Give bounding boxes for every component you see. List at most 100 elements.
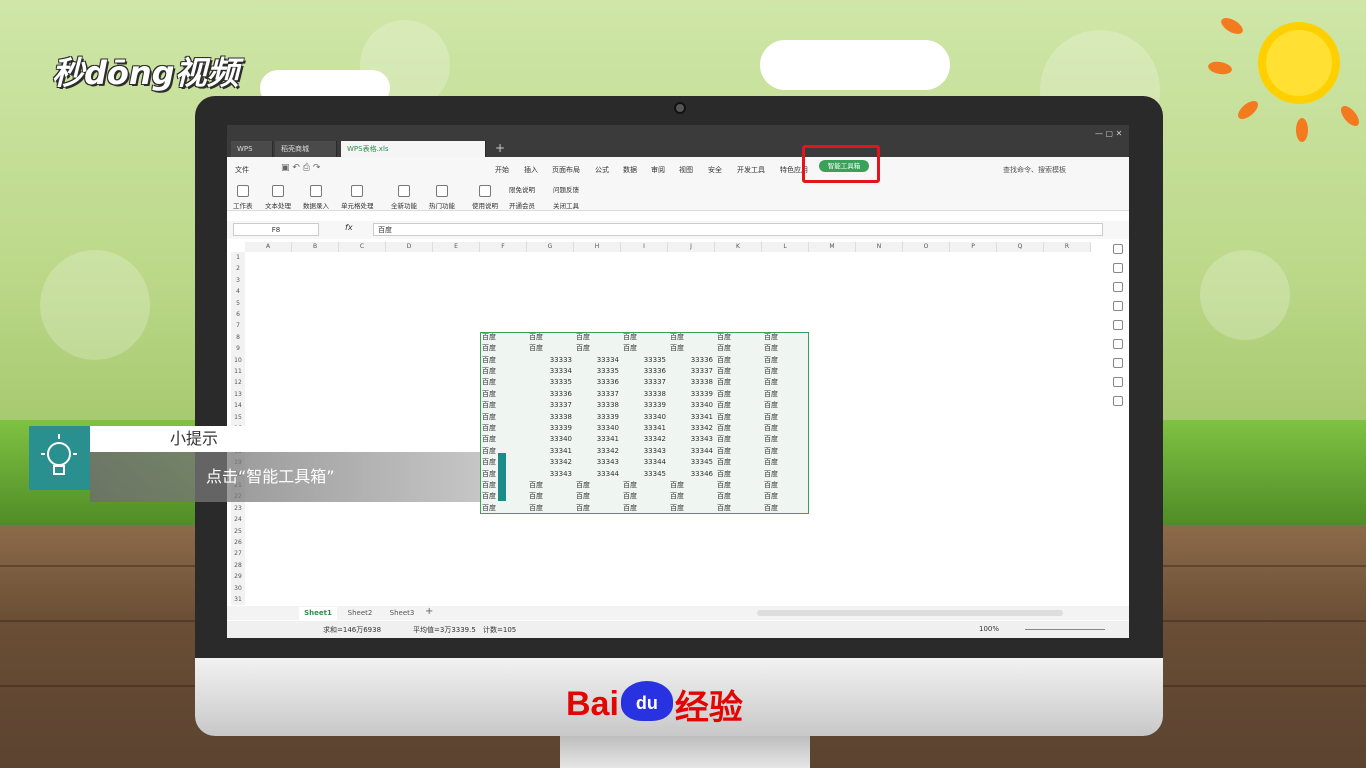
name-box[interactable]: F8 (233, 223, 319, 236)
table-cell[interactable]: 百度 (764, 446, 807, 457)
table-cell[interactable]: 百度 (717, 355, 760, 366)
table-cell[interactable]: 百度 (670, 503, 713, 514)
column-header[interactable]: D (386, 242, 433, 252)
table-cell[interactable]: 百度 (576, 491, 619, 502)
table-cell[interactable]: 百度 (764, 423, 807, 434)
tool-data-entry[interactable]: 数据录入 (303, 185, 329, 210)
table-cell[interactable]: 33334 (576, 355, 619, 366)
new-tab-icon[interactable]: + (495, 141, 505, 155)
row-header[interactable]: 3 (231, 274, 245, 287)
column-header[interactable]: F (480, 242, 527, 252)
row-header[interactable]: 26 (231, 537, 245, 549)
sheet-tab[interactable]: Sheet2 (341, 607, 379, 620)
table-cell[interactable]: 百度 (670, 343, 713, 354)
menu-start[interactable]: 开始 (495, 165, 509, 175)
add-sheet-icon[interactable]: + (425, 606, 433, 617)
table-cell[interactable]: 33345 (623, 469, 666, 480)
row-header[interactable]: 13 (231, 388, 245, 401)
table-cell[interactable]: 百度 (717, 423, 760, 434)
table-cell[interactable]: 33335 (529, 377, 572, 388)
menu-page-layout[interactable]: 页面布局 (552, 165, 580, 175)
column-header[interactable]: M (809, 242, 856, 252)
column-header[interactable]: A (245, 242, 292, 252)
table-cell[interactable]: 33340 (576, 423, 619, 434)
table-cell[interactable]: 百度 (482, 355, 525, 366)
table-cell[interactable]: 百度 (717, 366, 760, 377)
format-icon[interactable] (1113, 282, 1123, 292)
row-header[interactable]: 6 (231, 309, 245, 321)
table-cell[interactable]: 33341 (576, 434, 619, 445)
row-header[interactable]: 31 (231, 594, 245, 606)
share-icon[interactable] (1113, 339, 1123, 349)
table-cell[interactable]: 百度 (482, 366, 525, 377)
table-cell[interactable]: 33336 (623, 366, 666, 377)
table-cell[interactable]: 百度 (717, 412, 760, 423)
table-cell[interactable]: 百度 (764, 503, 807, 514)
table-cell[interactable]: 百度 (576, 480, 619, 491)
table-cell[interactable]: 百度 (764, 469, 807, 480)
column-header[interactable]: L (762, 242, 809, 252)
table-cell[interactable]: 百度 (482, 343, 525, 354)
table-cell[interactable]: 33339 (576, 412, 619, 423)
search-command[interactable]: 查找命令、搜索模板 (1003, 165, 1066, 175)
table-cell[interactable]: 33343 (623, 446, 666, 457)
table-cell[interactable]: 百度 (717, 457, 760, 468)
row-header[interactable]: 14 (231, 400, 245, 412)
table-cell[interactable]: 33333 (529, 355, 572, 366)
menu-insert[interactable]: 插入 (524, 165, 538, 175)
column-header[interactable]: G (527, 242, 574, 252)
sheet-tab[interactable]: Sheet1 (299, 607, 337, 620)
sheet-tab[interactable]: Sheet3 (383, 607, 421, 620)
table-cell[interactable]: 百度 (576, 332, 619, 343)
row-header[interactable]: 24 (231, 514, 245, 526)
table-cell[interactable]: 33346 (670, 469, 713, 480)
row-header[interactable]: 7 (231, 320, 245, 332)
table-cell[interactable]: 百度 (670, 332, 713, 343)
table-cell[interactable]: 百度 (529, 343, 572, 354)
table-cell[interactable]: 百度 (764, 377, 807, 388)
column-header[interactable]: I (621, 242, 668, 252)
column-header[interactable]: H (574, 242, 621, 252)
tool-instructions[interactable]: 使用说明 (472, 185, 498, 210)
style-icon[interactable] (1113, 263, 1123, 273)
column-header[interactable]: J (668, 242, 715, 252)
table-cell[interactable]: 33337 (623, 377, 666, 388)
table-cell[interactable]: 33342 (529, 457, 572, 468)
table-cell[interactable]: 百度 (764, 389, 807, 400)
column-header[interactable]: O (903, 242, 950, 252)
table-cell[interactable]: 百度 (529, 503, 572, 514)
row-header[interactable]: 15 (231, 411, 245, 423)
table-cell[interactable]: 百度 (482, 332, 525, 343)
row-header[interactable]: 1 (231, 252, 245, 264)
table-cell[interactable]: 33335 (576, 366, 619, 377)
tool-worksheet[interactable]: 工作表 (233, 185, 253, 210)
table-cell[interactable]: 百度 (623, 491, 666, 502)
table-cell[interactable]: 百度 (764, 366, 807, 377)
row-header[interactable]: 10 (231, 354, 245, 366)
close-tool-link[interactable]: 关闭工具 (553, 200, 579, 210)
table-cell[interactable]: 33341 (529, 446, 572, 457)
image-icon[interactable] (1113, 358, 1123, 368)
table-cell[interactable]: 百度 (623, 503, 666, 514)
table-cell[interactable]: 百度 (482, 503, 525, 514)
table-cell[interactable]: 33344 (576, 469, 619, 480)
menu-file[interactable]: 文件 (235, 165, 249, 175)
table-cell[interactable]: 33338 (529, 412, 572, 423)
row-header[interactable]: 2 (231, 263, 245, 275)
table-cell[interactable]: 33345 (670, 457, 713, 468)
select-icon[interactable] (1113, 244, 1123, 254)
table-cell[interactable]: 百度 (529, 480, 572, 491)
table-cell[interactable]: 百度 (670, 480, 713, 491)
row-header[interactable]: 4 (231, 286, 245, 298)
table-cell[interactable]: 百度 (482, 389, 525, 400)
menu-data[interactable]: 数据 (623, 165, 637, 175)
table-cell[interactable]: 百度 (482, 400, 525, 411)
table-cell[interactable]: 百度 (576, 343, 619, 354)
table-cell[interactable]: 百度 (717, 446, 760, 457)
table-cell[interactable]: 百度 (670, 491, 713, 502)
table-cell[interactable]: 百度 (764, 400, 807, 411)
column-header[interactable]: E (433, 242, 480, 252)
row-header[interactable]: 30 (231, 582, 245, 594)
table-cell[interactable]: 百度 (717, 332, 760, 343)
table-cell[interactable]: 33338 (623, 389, 666, 400)
